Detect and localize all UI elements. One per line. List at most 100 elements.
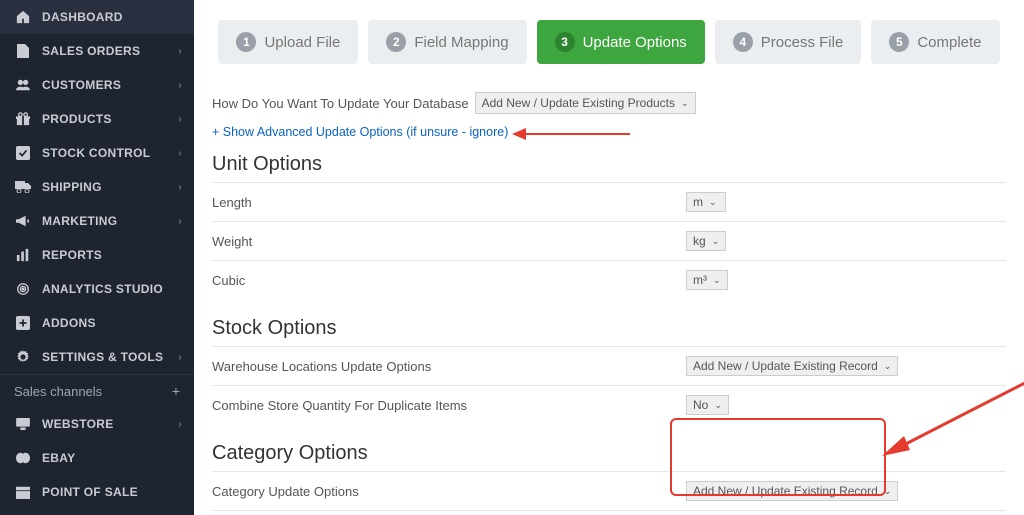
chevron-right-icon: › [178, 46, 182, 57]
step-upload-file[interactable]: 1 Upload File [218, 20, 358, 64]
step-number: 2 [386, 32, 406, 52]
sidebar-item-analytics-studio[interactable]: ANALYTICS STUDIO [0, 272, 194, 306]
cubic-select[interactable]: m³ ⌄ [686, 270, 728, 290]
webstore-icon [14, 417, 32, 431]
step-update-options[interactable]: 3 Update Options [537, 20, 705, 64]
prompt-label: How Do You Want To Update Your Database [212, 96, 469, 111]
option-label: Length [212, 195, 686, 210]
gift-icon [14, 112, 32, 126]
chevron-right-icon: › [178, 114, 182, 125]
sidebar-label: ADDONS [42, 316, 96, 330]
sidebar-label: POINT OF SALE [42, 485, 138, 499]
show-advanced-options-link[interactable]: + Show Advanced Update Options (if unsur… [212, 125, 508, 139]
sidebar-label: SHIPPING [42, 180, 102, 194]
sidebar-label: STOCK CONTROL [42, 146, 150, 160]
sidebar-item-shipping[interactable]: SHIPPING › [0, 170, 194, 204]
link-text: + Show Advanced Update Options (if unsur… [212, 125, 508, 139]
sidebar-label: DASHBOARD [42, 10, 123, 24]
bar-chart-icon [14, 248, 32, 262]
annotation-box [670, 418, 886, 496]
step-label: Upload File [264, 34, 340, 51]
sidebar-item-stock-control[interactable]: STOCK CONTROL › [0, 136, 194, 170]
step-number: 1 [236, 32, 256, 52]
check-icon [14, 146, 32, 160]
select-value: kg [693, 234, 706, 248]
caret-down-icon: ⌄ [709, 197, 717, 208]
step-label: Process File [761, 34, 844, 51]
select-value: m [693, 195, 703, 209]
sidebar-section-sales-channels: Sales channels + [0, 374, 194, 407]
step-field-mapping[interactable]: 2 Field Mapping [368, 20, 526, 64]
sidebar-item-settings-tools[interactable]: SETTINGS & TOOLS › [0, 340, 194, 374]
chevron-right-icon: › [178, 80, 182, 91]
sidebar-label: SALES ORDERS [42, 44, 140, 58]
warehouse-locations-select[interactable]: Add New / Update Existing Record ⌄ [686, 356, 898, 376]
sidebar: DASHBOARD SALES ORDERS › CUSTOMERS › PRO… [0, 0, 194, 515]
step-label: Field Mapping [414, 34, 508, 51]
weight-select[interactable]: kg ⌄ [686, 231, 726, 251]
select-value: No [693, 398, 708, 412]
sidebar-item-marketing[interactable]: MARKETING › [0, 204, 194, 238]
update-database-prompt: How Do You Want To Update Your Database … [212, 92, 1006, 114]
sidebar-item-dashboard[interactable]: DASHBOARD [0, 0, 194, 34]
megaphone-icon [14, 214, 32, 228]
people-icon [14, 78, 32, 92]
plus-icon[interactable]: + [172, 383, 180, 399]
option-label: Warehouse Locations Update Options [212, 359, 686, 374]
step-process-file[interactable]: 4 Process File [715, 20, 862, 64]
chevron-right-icon: › [178, 182, 182, 193]
chevron-right-icon: › [178, 352, 182, 363]
stock-options-title: Stock Options [212, 317, 1006, 340]
step-label: Complete [917, 34, 981, 51]
sidebar-item-ebay[interactable]: EBAY [0, 441, 194, 475]
sidebar-item-sales-orders[interactable]: SALES ORDERS › [0, 34, 194, 68]
ebay-icon [14, 451, 32, 465]
chevron-right-icon: › [178, 148, 182, 159]
stepper: 1 Upload File 2 Field Mapping 3 Update Opti… [212, 20, 1006, 64]
option-row-create-new-category: Create New Category Options No ⌄ ↖ Add N… [212, 510, 1006, 515]
category-options-title: Category Options [212, 442, 1006, 465]
sidebar-label: MARKETING [42, 214, 117, 228]
sidebar-label: CUSTOMERS [42, 78, 121, 92]
option-label: Category Update Options [212, 484, 686, 499]
file-icon [14, 44, 32, 58]
caret-down-icon: ⌄ [713, 275, 721, 286]
update-database-select[interactable]: Add New / Update Existing Products ⌄ [475, 92, 696, 114]
step-number: 4 [733, 32, 753, 52]
unit-options-title: Unit Options [212, 153, 1006, 176]
sidebar-item-point-of-sale[interactable]: POINT OF SALE [0, 475, 194, 509]
option-label: Combine Store Quantity For Duplicate Ite… [212, 398, 686, 413]
sidebar-label: SETTINGS & TOOLS [42, 350, 163, 364]
option-row-warehouse-locations: Warehouse Locations Update Options Add N… [212, 346, 1006, 385]
step-number: 3 [555, 32, 575, 52]
pos-icon [14, 485, 32, 499]
annotation-arrow-icon [512, 127, 632, 141]
option-row-category-update: Category Update Options Add New / Update… [212, 471, 1006, 510]
step-number: 5 [889, 32, 909, 52]
home-icon [14, 10, 32, 24]
step-complete[interactable]: 5 Complete [871, 20, 999, 64]
sidebar-item-addons[interactable]: ADDONS [0, 306, 194, 340]
option-row-combine-store-quantity: Combine Store Quantity For Duplicate Ite… [212, 385, 1006, 424]
select-value: Add New / Update Existing Record [693, 359, 878, 373]
caret-down-icon: ⌄ [712, 236, 720, 247]
chevron-right-icon: › [178, 419, 182, 430]
sidebar-section-label: Sales channels [14, 384, 102, 399]
sidebar-item-products[interactable]: PRODUCTS › [0, 102, 194, 136]
option-row-weight: Weight kg⌄ [212, 221, 1006, 260]
length-select[interactable]: m⌄ [686, 192, 726, 212]
caret-down-icon: ⌄ [681, 98, 689, 109]
sidebar-item-reports[interactable]: REPORTS [0, 238, 194, 272]
sidebar-item-customers[interactable]: CUSTOMERS › [0, 68, 194, 102]
chevron-right-icon: › [178, 216, 182, 227]
sidebar-item-webstore[interactable]: WEBSTORE › [0, 407, 194, 441]
gear-icon [14, 350, 32, 364]
combine-store-quantity-select[interactable]: No ⌄ [686, 395, 729, 415]
select-value: m³ [693, 273, 707, 287]
caret-down-icon: ⌄ [884, 361, 892, 372]
step-label: Update Options [583, 34, 687, 51]
option-label: Cubic [212, 273, 686, 288]
caret-down-icon: ⌄ [714, 400, 722, 411]
sidebar-label: REPORTS [42, 248, 102, 262]
main-content: 1 Upload File 2 Field Mapping 3 Update Opti… [194, 0, 1024, 515]
